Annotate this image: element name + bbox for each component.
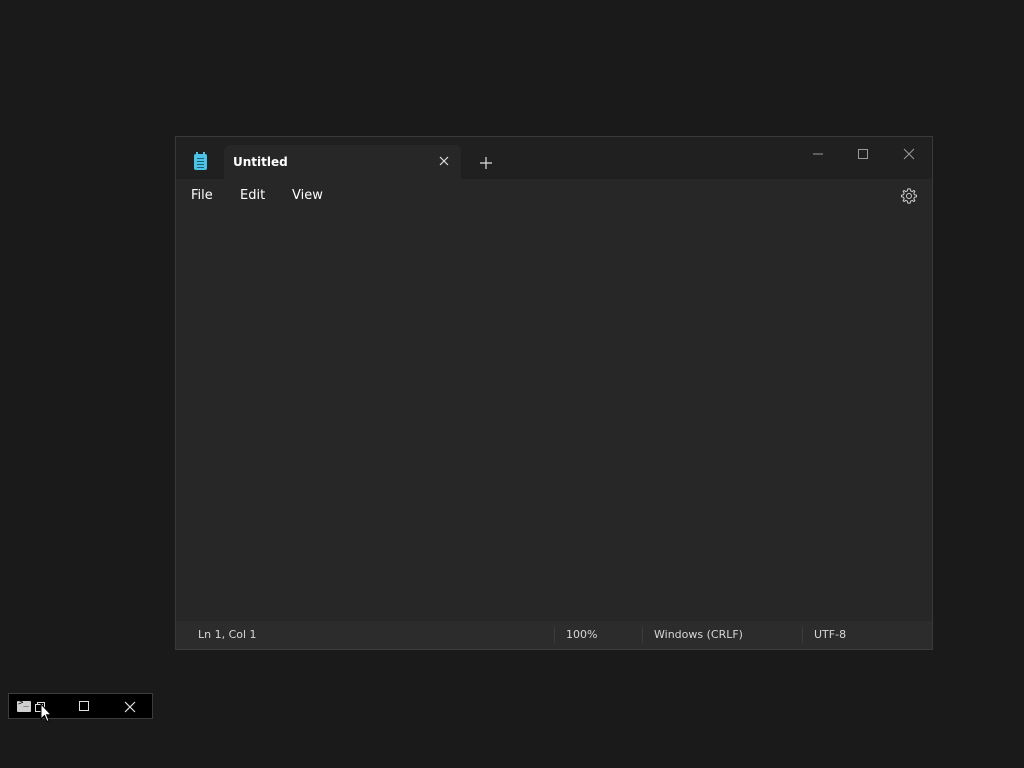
close-icon[interactable]	[123, 700, 137, 714]
gear-icon[interactable]	[900, 187, 918, 205]
minimized-console-bar[interactable]	[8, 693, 153, 719]
notepad-window: Untitled File Edit View Ln 1, Col 1 100%…	[175, 136, 933, 650]
maximize-button[interactable]	[840, 139, 886, 169]
status-zoom[interactable]: 100%	[566, 628, 597, 641]
minimize-icon	[813, 153, 823, 155]
maximize-icon[interactable]	[78, 700, 90, 712]
status-line-ending[interactable]: Windows (CRLF)	[654, 628, 743, 641]
close-button[interactable]	[886, 139, 932, 169]
status-bar: Ln 1, Col 1 100% Windows (CRLF) UTF-8	[176, 621, 932, 649]
status-encoding[interactable]: UTF-8	[814, 628, 846, 641]
status-divider	[642, 627, 643, 643]
terminal-icon	[17, 698, 31, 712]
tab-title: Untitled	[233, 155, 288, 169]
menu-view[interactable]: View	[292, 188, 323, 203]
menu-file[interactable]: File	[191, 188, 213, 203]
notepad-icon	[194, 152, 207, 170]
minimize-button[interactable]	[795, 139, 841, 169]
close-icon[interactable]	[437, 154, 451, 168]
mouse-cursor-icon	[40, 703, 52, 723]
menu-bar: File Edit View	[176, 179, 932, 211]
title-bar[interactable]: Untitled	[176, 137, 932, 179]
text-editor[interactable]	[176, 211, 932, 623]
tab-untitled[interactable]: Untitled	[224, 145, 461, 179]
status-cursor-position: Ln 1, Col 1	[198, 628, 257, 641]
menu-edit[interactable]: Edit	[240, 188, 265, 203]
close-icon	[903, 148, 915, 160]
status-divider	[802, 627, 803, 643]
plus-icon[interactable]	[478, 155, 494, 171]
maximize-icon	[858, 149, 868, 159]
status-divider	[554, 627, 555, 643]
